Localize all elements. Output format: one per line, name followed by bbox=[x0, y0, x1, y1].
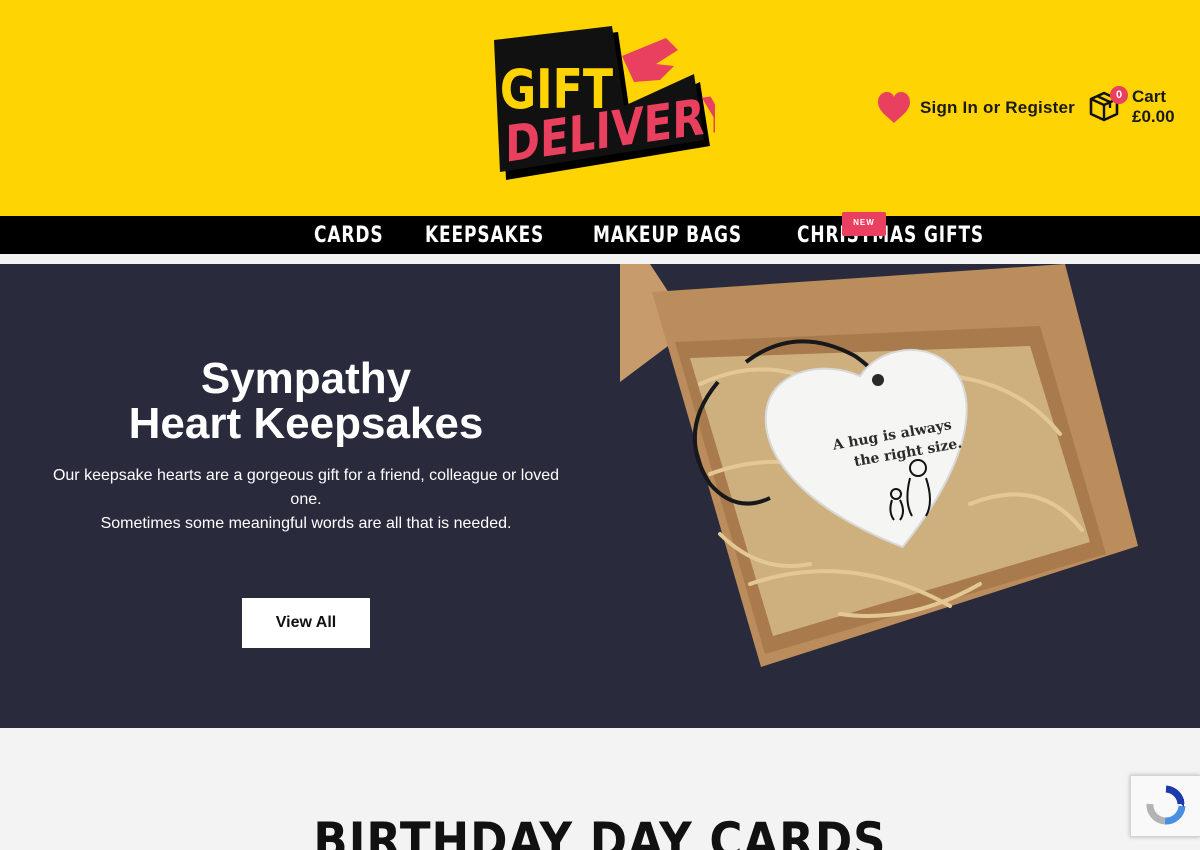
nav-item-keepsakes[interactable]: KEEPSAKES bbox=[425, 223, 544, 248]
recaptcha-icon bbox=[1146, 785, 1186, 825]
nav-item-cards[interactable]: CARDS bbox=[314, 223, 383, 248]
hero-copy-line-3: Sometimes some meaningful words are all … bbox=[100, 515, 512, 532]
hero-title: Sympathy Heart Keepsakes bbox=[60, 356, 552, 446]
keepsake-heart-product-image: A hug is always the right size. bbox=[620, 264, 1140, 668]
hero-description: Our keepsake hearts are a gorgeous gift … bbox=[16, 464, 596, 536]
new-badge: NEW bbox=[842, 212, 886, 236]
wing-icon bbox=[622, 38, 678, 82]
heart-icon bbox=[878, 92, 910, 123]
sign-in-register-link[interactable]: Sign In or Register bbox=[876, 88, 1075, 128]
cart-count-badge: 0 bbox=[1110, 86, 1128, 104]
hero-copy-line-1: Our keepsake hearts are a gorgeous gift … bbox=[52, 467, 560, 484]
recaptcha-widget[interactable] bbox=[1130, 775, 1200, 837]
section-title: BIRTHDAY DAY CARDS bbox=[313, 812, 887, 850]
hero-title-line-2: Heart Keepsakes bbox=[128, 399, 484, 448]
site-logo[interactable]: GIFT DELIVERY bbox=[490, 22, 715, 182]
nav-item-christmas-gifts[interactable]: CHRISTMAS GIFTS bbox=[797, 223, 984, 248]
hero-title-line-1: Sympathy bbox=[200, 354, 412, 403]
cart-total: £0.00 bbox=[1132, 107, 1175, 126]
main-navigation: CARDS KEEPSAKES MAKEUP BAGS CHRISTMAS GI… bbox=[0, 216, 1200, 254]
nav-item-makeup-bags[interactable]: MAKEUP BAGS bbox=[593, 223, 742, 248]
cart-label: Cart bbox=[1132, 87, 1167, 106]
cart-link[interactable]: 0 Cart £0.00 bbox=[1088, 86, 1188, 130]
site-header: GIFT DELIVERY Sign In or Register 0 Cart… bbox=[0, 0, 1200, 216]
view-all-button[interactable]: View All bbox=[242, 598, 370, 648]
account-label: Sign In or Register bbox=[920, 98, 1075, 117]
hero-copy-line-2: one. bbox=[290, 491, 322, 508]
logo-graphic: GIFT DELIVERY bbox=[494, 26, 715, 180]
